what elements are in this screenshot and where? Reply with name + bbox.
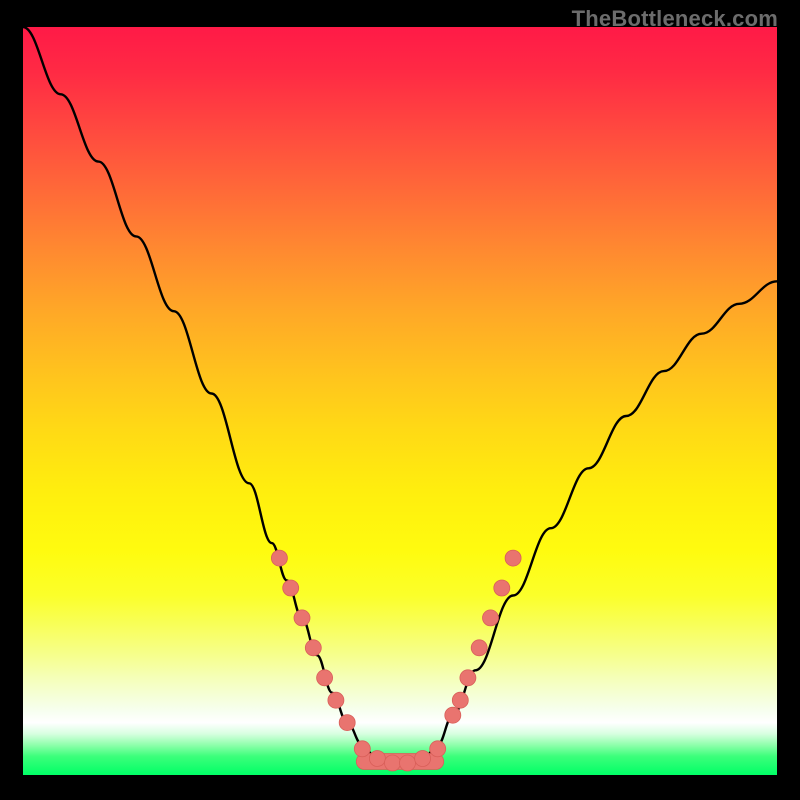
marker-dot [305,640,321,656]
marker-dot [354,741,370,757]
marker-dot [339,715,355,731]
marker-dot [445,707,461,723]
marker-dot [400,755,416,771]
marker-dot [385,755,401,771]
marker-dot [369,751,385,767]
markers-right-slope [445,550,521,723]
marker-dot [328,692,344,708]
marker-dot [483,610,499,626]
marker-dot [294,610,310,626]
chart-frame [23,27,777,775]
marker-dot [283,580,299,596]
marker-dot [415,751,431,767]
marker-dot [505,550,521,566]
marker-dot [494,580,510,596]
marker-dot [460,670,476,686]
watermark-text: TheBottleneck.com [572,6,778,32]
bottleneck-chart [23,27,777,775]
bottleneck-curve [23,27,777,768]
marker-dot [452,692,468,708]
marker-dot [317,670,333,686]
marker-dot [271,550,287,566]
marker-dot [430,741,446,757]
marker-dot [471,640,487,656]
markers-valley-floor [354,741,445,771]
